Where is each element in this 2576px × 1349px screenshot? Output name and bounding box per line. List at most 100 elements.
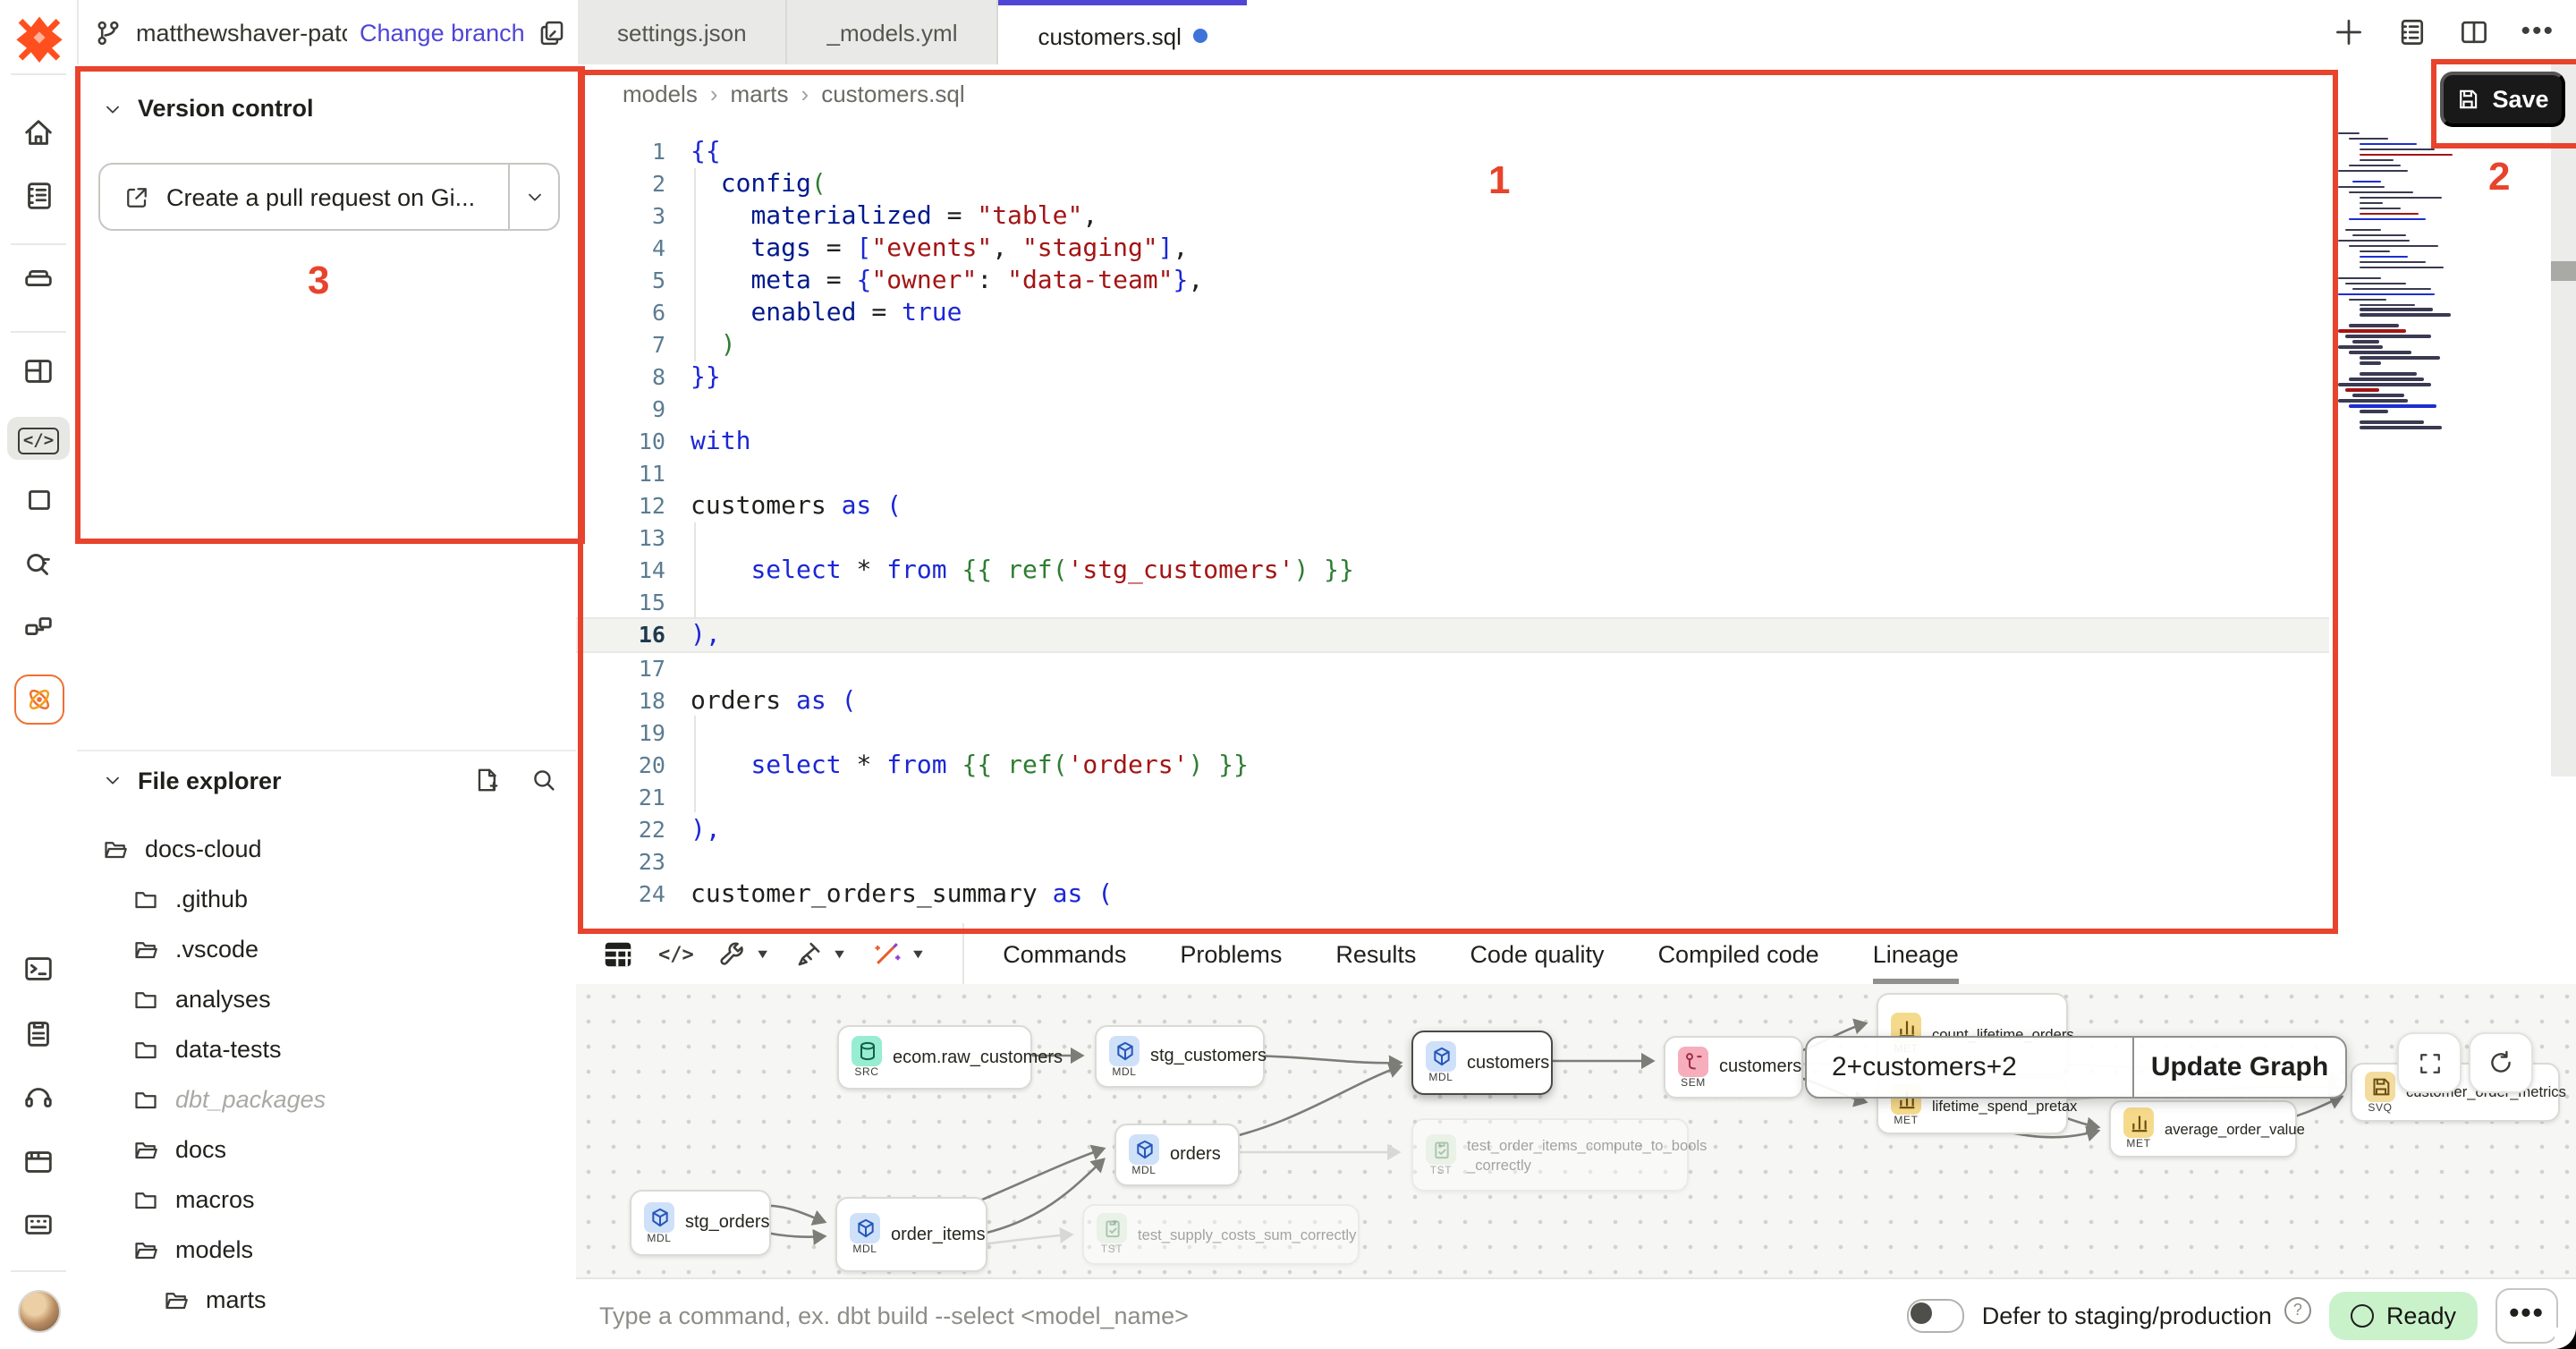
code-line-22[interactable]: 22), xyxy=(576,814,2576,846)
more-options-button[interactable]: ••• xyxy=(2496,1287,2558,1343)
copy-branch-icon[interactable] xyxy=(538,17,568,47)
code-line-7[interactable]: 7 ) xyxy=(576,329,2576,361)
lineage-node-customers_sem[interactable]: SEMcustomers xyxy=(1664,1036,1803,1099)
code-line-6[interactable]: 6 enabled = true xyxy=(576,297,2576,329)
breadcrumb-part[interactable]: models xyxy=(623,81,698,107)
panel-tab-code-quality[interactable]: Code quality xyxy=(1470,923,1604,984)
preview-table-button[interactable] xyxy=(601,937,635,971)
file-item-data-tests[interactable]: data-tests xyxy=(77,1023,576,1073)
file-item-marts[interactable]: marts xyxy=(77,1274,576,1324)
code-line-18[interactable]: 18orders as ( xyxy=(576,685,2576,717)
broom-button[interactable]: ▼ xyxy=(794,938,848,969)
create-pr-button[interactable]: Create a pull request on Gi... xyxy=(98,163,560,231)
split-view-button[interactable] xyxy=(2458,16,2490,48)
tab-customers.sql[interactable]: customers.sql xyxy=(998,0,1247,66)
sidebar-item-terminal[interactable] xyxy=(0,952,77,986)
wrench-button[interactable]: ▼ xyxy=(717,938,771,969)
lineage-node-orders[interactable]: MDLorders xyxy=(1114,1124,1240,1186)
panel-tab-lineage[interactable]: Lineage xyxy=(1873,923,1959,984)
minimap[interactable] xyxy=(2338,132,2492,431)
more-button[interactable]: ••• xyxy=(2521,16,2555,48)
panel-tab-commands[interactable]: Commands xyxy=(1003,923,1126,984)
file-explorer-header[interactable]: File explorer xyxy=(102,767,282,793)
code-line-5[interactable]: 5 meta = {"owner": "data-team"}, xyxy=(576,265,2576,297)
pr-dropdown-button[interactable] xyxy=(508,165,558,229)
change-branch-link[interactable]: Change branch xyxy=(360,19,525,46)
command-input[interactable]: Type a command, ex. dbt build --select <… xyxy=(599,1302,1189,1328)
tab-settings.json[interactable]: settings.json xyxy=(578,0,788,64)
breadcrumb-part[interactable]: marts xyxy=(731,81,789,107)
sidebar-item-link-boxes[interactable] xyxy=(0,610,77,644)
sidebar-item-journal[interactable] xyxy=(0,179,77,213)
code-line-9[interactable]: 9 xyxy=(576,394,2576,426)
code-line-8[interactable]: 8}} xyxy=(576,361,2576,394)
lineage-node-stg_customers[interactable]: MDLstg_customers xyxy=(1095,1025,1265,1088)
code-line-15[interactable]: 15 xyxy=(576,587,2576,619)
file-item-models[interactable]: models xyxy=(77,1224,576,1274)
code-line-16[interactable]: 16), xyxy=(576,617,2329,653)
scrollbar-thumb[interactable] xyxy=(2551,261,2576,281)
sidebar-item-home[interactable] xyxy=(0,116,77,150)
sidebar-item-explore[interactable] xyxy=(0,547,77,581)
lineage-node-test_supply_costs_sum_correctly[interactable]: TSTtest_supply_costs_sum_correctly xyxy=(1082,1204,1360,1265)
code-line-3[interactable]: 3 materialized = "table", xyxy=(576,200,2576,233)
code-line-11[interactable]: 11 xyxy=(576,458,2576,490)
lineage-node-stg_orders[interactable]: MDLstg_orders xyxy=(630,1190,771,1256)
code-button[interactable]: </> xyxy=(658,942,694,965)
panel-tab-problems[interactable]: Problems xyxy=(1180,923,1282,984)
lineage-node-test_order_items_compute_to_bools_correctly[interactable]: TSTtest_order_items_compute_to_bools _co… xyxy=(1411,1118,1689,1192)
sidebar-item-code-editor[interactable]: </> xyxy=(0,417,77,460)
code-editor[interactable]: models›marts›customers.sql 1{{2 config(3… xyxy=(576,64,2576,923)
tab-_models.yml[interactable]: _models.yml xyxy=(788,0,999,64)
code-line-17[interactable]: 17 xyxy=(576,653,2576,685)
lineage-node-order_items[interactable]: MDLorder_items xyxy=(835,1197,987,1272)
code-line-21[interactable]: 21 xyxy=(576,782,2576,814)
code-line-24[interactable]: 24customer_orders_summary as ( xyxy=(576,878,2576,911)
lineage-filter-input[interactable]: 2+customers+2 xyxy=(1807,1038,2132,1097)
code-line-20[interactable]: 20 select * from {{ ref('orders') }} xyxy=(576,750,2576,782)
fullscreen-button[interactable] xyxy=(2397,1032,2462,1093)
sidebar-item-support[interactable] xyxy=(0,1081,77,1115)
file-item-.github[interactable]: .github xyxy=(77,873,576,923)
file-item-dbt_packages[interactable]: dbt_packages xyxy=(77,1073,576,1124)
code-line-14[interactable]: 14 select * from {{ ref('stg_customers')… xyxy=(576,555,2576,587)
sidebar-item-keyboard[interactable] xyxy=(0,1208,77,1242)
code-line-4[interactable]: 4 tags = ["events", "staging"], xyxy=(576,233,2576,265)
save-button[interactable]: Save xyxy=(2440,72,2565,127)
panel-tab-compiled-code[interactable]: Compiled code xyxy=(1658,923,1819,984)
lineage-canvas[interactable]: SRCecom.raw_customers MDLstg_customers MDL… xyxy=(576,984,2576,1277)
search-icon[interactable] xyxy=(530,766,558,794)
code-lines[interactable]: 1{{2 config(3 materialized = "table",4 t… xyxy=(576,136,2576,911)
help-icon[interactable]: ? xyxy=(2284,1296,2311,1323)
code-line-13[interactable]: 13 xyxy=(576,522,2576,555)
panel-tab-results[interactable]: Results xyxy=(1335,923,1416,984)
magic-fix-button[interactable]: ▼ xyxy=(870,938,926,970)
user-avatar[interactable] xyxy=(0,1290,77,1333)
version-control-header[interactable]: Version control xyxy=(102,95,314,122)
sidebar-item-frame[interactable] xyxy=(0,483,77,517)
sidebar-item-tray[interactable] xyxy=(0,261,77,295)
lineage-node-ecom.raw_customers[interactable]: SRCecom.raw_customers xyxy=(837,1025,1032,1090)
lineage-node-customers_model[interactable]: MDLcustomers xyxy=(1411,1031,1553,1095)
new-file-icon[interactable] xyxy=(472,766,501,794)
code-line-12[interactable]: 12customers as ( xyxy=(576,490,2576,522)
defer-toggle[interactable] xyxy=(1907,1298,1964,1332)
code-line-19[interactable]: 19 xyxy=(576,717,2576,750)
file-item-docs[interactable]: docs xyxy=(77,1124,576,1174)
lineage-node-average_order_value[interactable]: METaverage_order_value xyxy=(2109,1100,2297,1158)
sidebar-item-copilot[interactable] xyxy=(0,674,77,725)
code-line-1[interactable]: 1{{ xyxy=(576,136,2576,168)
sidebar-item-window[interactable] xyxy=(0,1145,77,1179)
refresh-graph-button[interactable] xyxy=(2469,1032,2533,1093)
code-line-2[interactable]: 2 config( xyxy=(576,168,2576,200)
code-line-23[interactable]: 23 xyxy=(576,846,2576,878)
update-graph-button[interactable]: Update Graph xyxy=(2132,1038,2345,1097)
editor-scrollbar[interactable] xyxy=(2551,64,2576,776)
file-item-macros[interactable]: macros xyxy=(77,1174,576,1224)
file-item-.vscode[interactable]: .vscode xyxy=(77,923,576,973)
breadcrumb-part[interactable]: customers.sql xyxy=(821,81,964,107)
sidebar-item-clipboard[interactable] xyxy=(0,1016,77,1050)
file-item-analyses[interactable]: analyses xyxy=(77,973,576,1023)
add-button[interactable] xyxy=(2333,16,2365,48)
sidebar-item-dashboard[interactable] xyxy=(0,354,77,388)
